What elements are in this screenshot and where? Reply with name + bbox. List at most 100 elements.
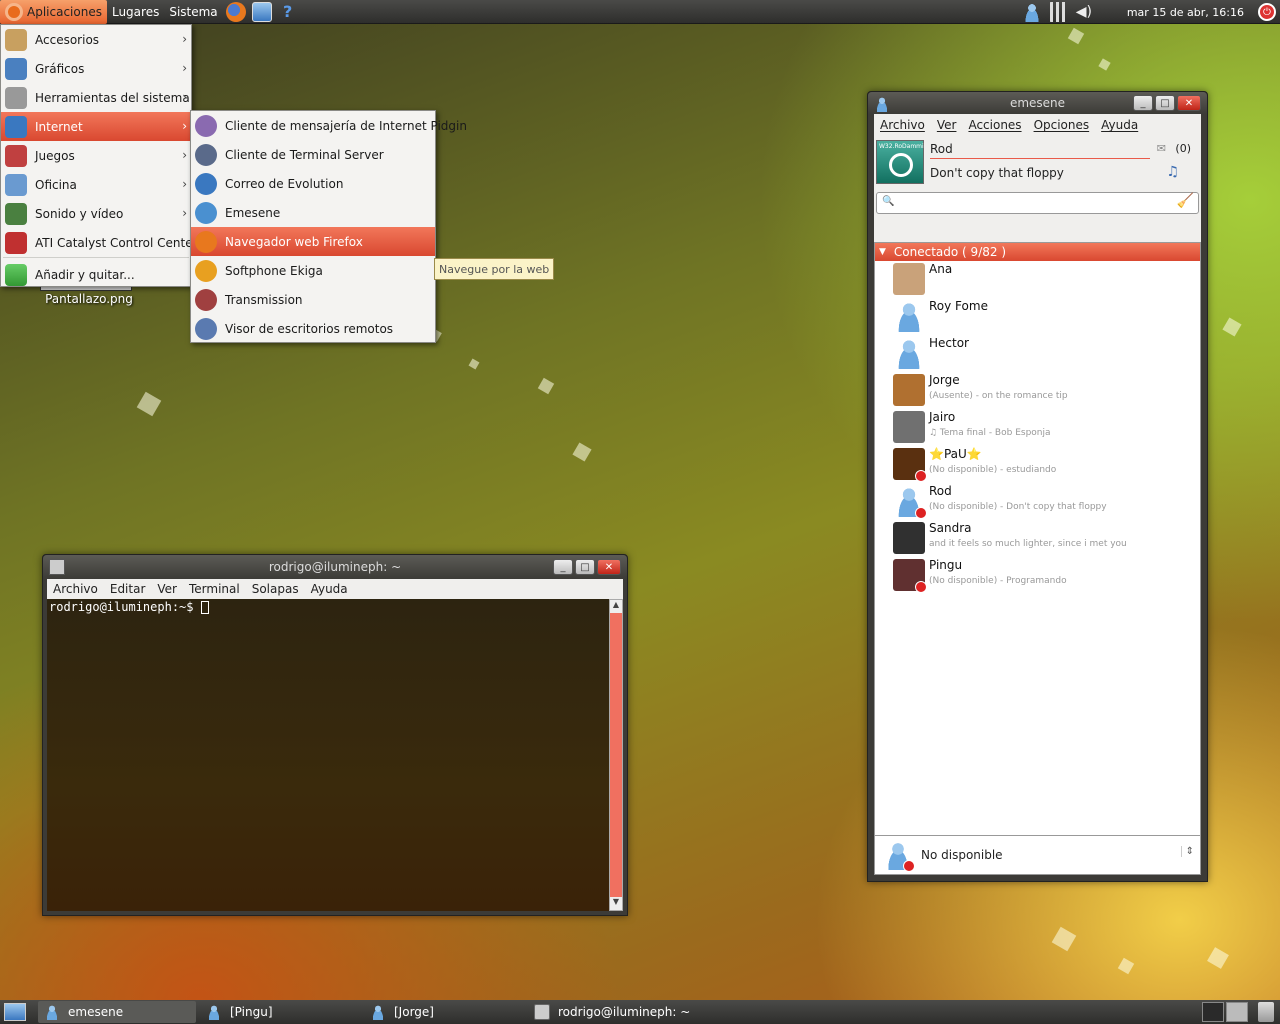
power-icon[interactable]: ⏻ bbox=[1258, 3, 1276, 21]
menu-item-ekiga[interactable]: Softphone Ekiga bbox=[191, 256, 435, 285]
contact-name: Sandra bbox=[929, 521, 972, 535]
emesene-menu-archivo[interactable]: Archivo bbox=[880, 118, 925, 132]
menu-item-graphics[interactable]: Gráficos › bbox=[1, 54, 191, 83]
firefox-icon bbox=[195, 230, 217, 253]
terminal-menu-terminal[interactable]: Terminal bbox=[189, 582, 240, 596]
contact-item[interactable]: Rod (No disponible) - Don't copy that flo… bbox=[875, 483, 1200, 520]
ati-icon bbox=[5, 231, 27, 254]
close-button[interactable]: ✕ bbox=[597, 559, 621, 575]
task-jorge[interactable]: [Jorge] bbox=[364, 1001, 524, 1023]
workspace-1[interactable] bbox=[1202, 1002, 1224, 1022]
music-icon[interactable]: ♫ bbox=[1166, 164, 1179, 180]
menu-item-office[interactable]: Oficina › bbox=[1, 170, 191, 199]
menu-item-remote-desktop[interactable]: Visor de escritorios remotos bbox=[191, 314, 435, 343]
my-nick[interactable]: Rod bbox=[930, 142, 953, 156]
terminal-menu-editar[interactable]: Editar bbox=[110, 582, 146, 596]
menu-item-evolution[interactable]: Correo de Evolution bbox=[191, 169, 435, 198]
my-avatar[interactable]: W32.RoDammi bbox=[876, 140, 924, 184]
emesene-menu-opciones[interactable]: Opciones bbox=[1034, 118, 1090, 132]
network-signal-icon[interactable] bbox=[1047, 2, 1068, 22]
menu-item-add-remove[interactable]: Añadir y quitar... bbox=[1, 260, 191, 289]
internet-icon bbox=[5, 115, 27, 138]
menu-item-sound-video[interactable]: Sonido y vídeo › bbox=[1, 199, 191, 228]
maximize-button[interactable]: □ bbox=[1155, 95, 1175, 111]
submenu-arrow-icon: › bbox=[182, 177, 187, 191]
contact-search-input[interactable]: 🔍 🧹 bbox=[876, 192, 1199, 214]
profile-header: W32.RoDammi Rod Don't copy that floppy ✉… bbox=[874, 136, 1201, 188]
system-menu-button[interactable]: Sistema bbox=[164, 0, 222, 24]
menu-item-system-tools[interactable]: Herramientas del sistema › bbox=[1, 83, 191, 112]
trash-icon[interactable] bbox=[1258, 1002, 1274, 1022]
emesene-menu-acciones[interactable]: Acciones bbox=[968, 118, 1021, 132]
workspace-2[interactable] bbox=[1226, 1002, 1248, 1022]
menu-item-ati[interactable]: ATI Catalyst Control Center bbox=[1, 228, 198, 257]
emesene-menu-ayuda[interactable]: Ayuda bbox=[1101, 118, 1138, 132]
office-icon bbox=[5, 173, 27, 196]
menu-item-terminal-server[interactable]: Cliente de Terminal Server bbox=[191, 140, 435, 169]
emesene-menu-ver[interactable]: Ver bbox=[937, 118, 957, 132]
terminal-window-icon[interactable] bbox=[49, 559, 65, 575]
menu-item-label: Transmission bbox=[225, 292, 303, 307]
workspace-switcher[interactable] bbox=[1202, 1002, 1248, 1022]
task-emesene[interactable]: emesene bbox=[38, 1001, 196, 1023]
volume-icon[interactable]: ◀) bbox=[1074, 2, 1094, 22]
menu-item-firefox[interactable]: Navegador web Firefox bbox=[191, 227, 435, 256]
clock[interactable]: mar 15 de abr, 16:16 bbox=[1127, 6, 1244, 19]
terminal-task-icon bbox=[534, 1004, 550, 1020]
avatar-caption: W32.RoDammi bbox=[879, 143, 924, 150]
emesene-window: emesene _ □ ✕ Archivo Ver Acciones Opciones… bbox=[867, 91, 1208, 882]
contact-item[interactable]: Sandra and it feels so much lighter, sinc… bbox=[875, 520, 1200, 557]
contact-item[interactable]: Hector bbox=[875, 335, 1200, 372]
help-launcher-icon[interactable]: ? bbox=[278, 2, 298, 22]
menu-item-pidgin[interactable]: Cliente de mensajería de Internet Pidgin bbox=[191, 111, 467, 140]
scroll-up-button[interactable]: ▲ bbox=[610, 600, 622, 613]
menu-item-emesene[interactable]: Emesene bbox=[191, 198, 435, 227]
messenger-status-icon[interactable] bbox=[1021, 2, 1042, 22]
terminal-menubar: Archivo Editar Ver Terminal Solapas Ayuda bbox=[47, 579, 623, 599]
contact-item[interactable]: Ana bbox=[875, 261, 1200, 298]
menu-item-label: Cliente de Terminal Server bbox=[225, 147, 384, 162]
submenu-arrow-icon: › bbox=[182, 148, 187, 162]
minimize-button[interactable]: _ bbox=[553, 559, 573, 575]
terminal-menu-ver[interactable]: Ver bbox=[157, 582, 177, 596]
emesene-titlebar[interactable]: emesene _ □ ✕ bbox=[868, 92, 1207, 114]
terminal-menu-archivo[interactable]: Archivo bbox=[53, 582, 98, 596]
menu-item-games[interactable]: Juegos › bbox=[1, 141, 191, 170]
contact-item[interactable]: Jairo ♫ Tema final - Bob Esponja bbox=[875, 409, 1200, 446]
status-selector[interactable]: No disponible ⇕ bbox=[874, 835, 1201, 875]
task-terminal[interactable]: rodrigo@ilumineph: ~ bbox=[528, 1001, 708, 1023]
terminal-menu-solapas[interactable]: Solapas bbox=[252, 582, 299, 596]
mail-counter[interactable]: ✉ (0) bbox=[1157, 142, 1191, 155]
task-pingu[interactable]: [Pingu] bbox=[200, 1001, 360, 1023]
contact-item[interactable]: ⭐PaU⭐ (No disponible) - estudiando bbox=[875, 446, 1200, 483]
group-label: Conectado ( 9/82 ) bbox=[893, 245, 1006, 259]
menu-item-label: Visor de escritorios remotos bbox=[225, 321, 394, 336]
group-header-connected[interactable]: ▼ Conectado ( 9/82 ) bbox=[875, 243, 1200, 261]
personal-message[interactable]: Don't copy that floppy bbox=[930, 166, 1064, 180]
menu-item-transmission[interactable]: Transmission bbox=[191, 285, 435, 314]
minimize-button[interactable]: _ bbox=[1133, 95, 1153, 111]
system-tools-icon bbox=[5, 86, 27, 109]
contact-message: ♫ Tema final - Bob Esponja bbox=[929, 428, 1051, 438]
scroll-down-button[interactable]: ▼ bbox=[610, 897, 622, 910]
menu-item-accessories[interactable]: Accesorios › bbox=[1, 25, 191, 54]
contact-item[interactable]: Roy Fome bbox=[875, 298, 1200, 335]
emesene-window-icon[interactable] bbox=[874, 96, 890, 112]
close-button[interactable]: ✕ bbox=[1177, 95, 1201, 111]
ekiga-icon bbox=[195, 259, 217, 282]
terminal-titlebar[interactable]: rodrigo@ilumineph: ~ _ □ ✕ bbox=[43, 555, 627, 579]
image-viewer-launcher-icon[interactable] bbox=[251, 1, 272, 22]
terminal-scrollbar[interactable]: ▲ ▼ bbox=[609, 599, 623, 911]
places-menu-button[interactable]: Lugares bbox=[107, 0, 164, 24]
clear-search-icon[interactable]: 🧹 bbox=[1177, 193, 1194, 209]
terminal-menu-ayuda[interactable]: Ayuda bbox=[311, 582, 348, 596]
desktop-file-label[interactable]: Pantallazo.png bbox=[44, 292, 134, 306]
contact-item[interactable]: Pingu (No disponible) - Programando bbox=[875, 557, 1200, 594]
contact-item[interactable]: Jorge (Ausente) - on the romance tip bbox=[875, 372, 1200, 409]
applications-menu-button[interactable]: Aplicaciones bbox=[0, 0, 107, 24]
maximize-button[interactable]: □ bbox=[575, 559, 595, 575]
show-desktop-icon[interactable] bbox=[4, 1003, 26, 1021]
firefox-launcher-icon[interactable] bbox=[225, 1, 246, 22]
menu-item-internet[interactable]: Internet › bbox=[1, 112, 191, 141]
terminal-output[interactable]: rodrigo@ilumineph:~$ bbox=[47, 599, 609, 911]
